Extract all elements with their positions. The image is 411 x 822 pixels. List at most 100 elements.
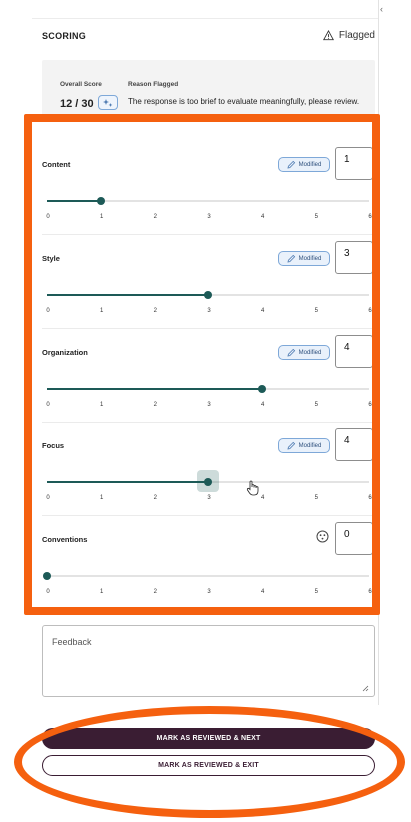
tick-label: 5 [314,214,318,220]
flagged-label: Flagged [338,30,375,41]
score-summary: Overall Score Reason Flagged 12 / 30 The… [42,60,375,120]
tick-label: 3 [207,589,211,595]
score-slider[interactable] [47,291,369,299]
tick-label: 3 [207,308,211,314]
tick-label: 5 [314,402,318,408]
tick-label: 0 [46,214,50,220]
tick-label: 6 [368,495,372,501]
score-slider[interactable] [47,470,369,492]
pencil-icon [287,254,295,263]
row-divider [42,234,375,235]
scoring-header: SCORING Flagged [42,30,375,44]
tick-label: 6 [368,214,372,220]
score-slider[interactable] [47,197,369,205]
section-title: SCORING [42,31,87,41]
row-divider [42,515,375,516]
slider-thumb[interactable] [43,572,51,580]
trait-name: Focus [42,441,65,450]
overall-score-label: Overall Score [60,81,102,88]
row-divider [42,328,375,329]
tick-label: 3 [207,495,211,501]
trait-name: Content [42,160,71,169]
tick-label: 1 [99,402,104,408]
reason-flagged-label: Reason Flagged [128,81,179,88]
slider-fill [47,294,208,296]
trait-score-input[interactable]: 1 [335,147,373,180]
modified-label: Modified [298,255,322,262]
slider-thumb[interactable] [257,385,266,393]
pencil-icon [287,348,295,357]
row-divider [42,422,375,423]
tick-label: 4 [260,589,265,595]
tick-label: 6 [368,402,372,408]
tick-label: 4 [260,495,265,501]
modified-label: Modified [298,349,322,356]
ai-scored-icon [316,530,329,548]
tick-label: 4 [260,308,265,314]
tick-label: 1 [99,495,104,501]
slider-fill [47,481,208,483]
trait-name: Conventions [42,535,88,544]
tick-label: 0 [46,308,50,314]
tick-label: 1 [99,589,104,595]
mark-reviewed-next-button[interactable]: MARK AS REVIEWED & NEXT [42,728,375,749]
ai-score-button[interactable] [98,95,118,110]
tick-label: 0 [46,495,50,501]
tick-label: 2 [153,214,157,220]
modified-badge[interactable]: Modified [278,157,330,172]
slider-tick-labels: 0 1 2 3 4 5 6 [42,495,375,505]
slider-fill [47,200,101,202]
slider-tick-labels: 0 1 2 3 4 5 6 [42,308,375,318]
tick-label: 2 [153,402,157,408]
tick-label: 6 [368,308,372,314]
overall-score-value: 12 / 30 [60,98,94,110]
feedback-field[interactable]: Feedback [42,625,375,697]
tick-label: 4 [260,214,265,220]
tick-label: 2 [153,308,157,314]
score-slider[interactable] [47,385,369,393]
tick-label: 4 [260,402,265,408]
sparkle-icon [103,98,113,107]
slider-thumb[interactable] [204,291,212,299]
slider-fill [47,388,262,390]
modified-badge[interactable]: Modified [278,345,330,360]
tick-label: 0 [46,589,50,595]
tick-label: 5 [314,495,318,501]
hand-cursor-icon [246,480,259,496]
tick-label: 0 [46,402,50,408]
tick-label: 6 [368,589,372,595]
collapse-chevron-icon[interactable]: ‹ [380,4,383,14]
slider-thumb[interactable] [204,478,212,486]
reason-text: The response is too brief to evaluate me… [128,97,360,106]
trait-score-input[interactable]: 4 [335,428,373,461]
modified-badge[interactable]: Modified [278,251,330,266]
trait-score-input[interactable]: 4 [335,335,373,368]
tick-label: 1 [99,308,104,314]
tick-label: 2 [153,589,157,595]
slider-tick-labels: 0 1 2 3 4 5 6 [42,402,375,412]
panel-edge [378,0,379,705]
modified-label: Modified [298,442,322,449]
trait-name: Organization [42,348,88,357]
slider-tick-labels: 0 1 2 3 4 5 6 [42,214,375,224]
pencil-icon [287,441,295,450]
tick-label: 2 [153,495,157,501]
pencil-icon [287,160,295,169]
modified-badge[interactable]: Modified [278,438,330,453]
top-divider [32,18,378,19]
slider-thumb[interactable] [96,197,105,205]
flagged-status: Flagged [322,30,375,41]
feedback-placeholder: Feedback [52,637,92,647]
slider-tick-labels: 0 1 2 3 4 5 6 [42,589,375,599]
trait-name: Style [42,254,60,263]
tick-label: 5 [314,308,318,314]
tick-label: 3 [207,402,211,408]
warning-icon [322,30,334,41]
mark-reviewed-exit-button[interactable]: MARK AS REVIEWED & EXIT [42,755,375,776]
tick-label: 5 [314,589,318,595]
resize-handle-icon[interactable] [362,685,369,692]
score-slider[interactable] [43,572,369,580]
trait-score-input[interactable]: 0 [335,522,373,555]
trait-score-input[interactable]: 3 [335,241,373,274]
tick-label: 1 [99,214,104,220]
